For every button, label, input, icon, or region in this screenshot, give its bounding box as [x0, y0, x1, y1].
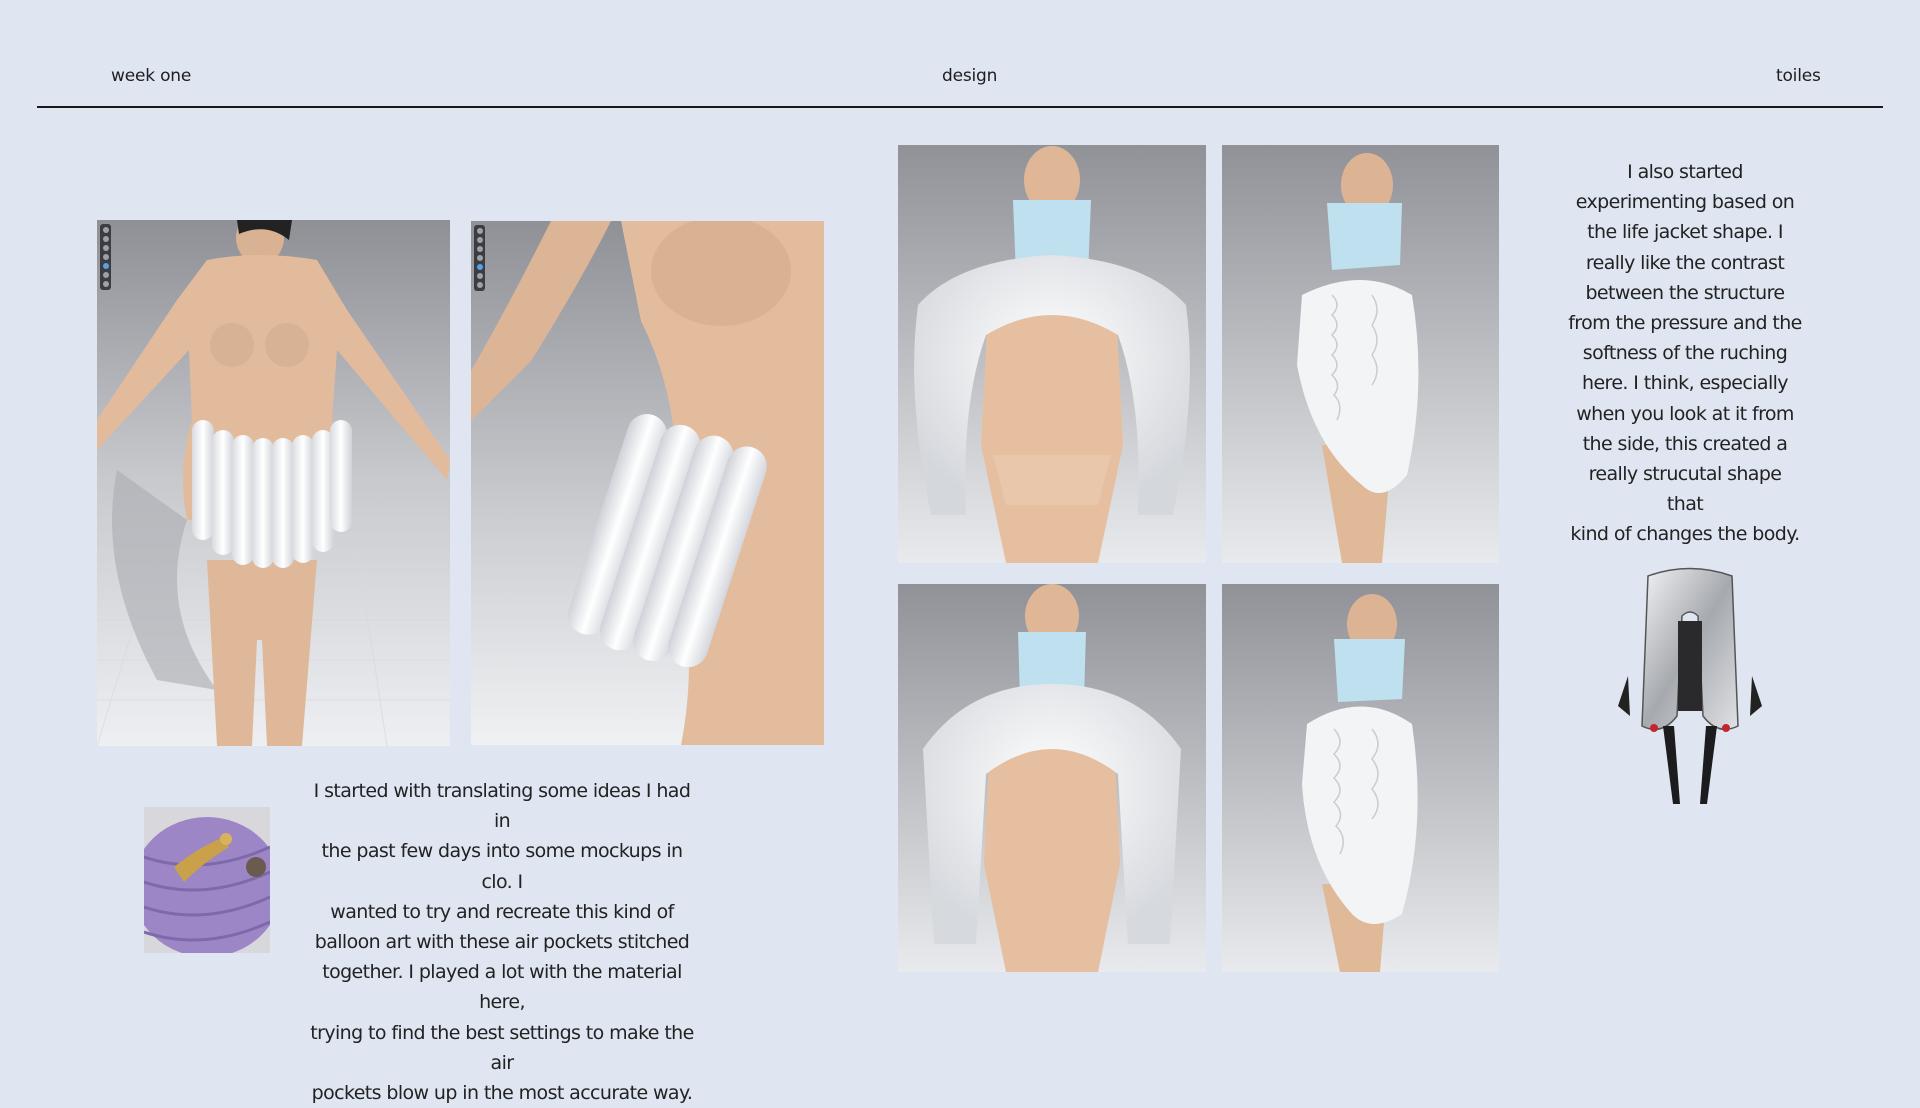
- image-purple-balloon-reference: [144, 807, 270, 953]
- pen-icon: [476, 264, 483, 270]
- header-center-label: design: [942, 66, 998, 86]
- zoom-icon: [102, 227, 109, 233]
- image-life-jacket-reference: [1618, 566, 1762, 804]
- image-front-ruched-jacket-2: [898, 584, 1206, 972]
- paragraph-life-jacket: I also started experimenting based on th…: [1568, 161, 1802, 546]
- image-front-inflatable-skirt: [97, 220, 450, 746]
- clo-toolbar: [100, 224, 111, 290]
- layer-icon: [476, 255, 483, 261]
- zoom-icon: [476, 228, 483, 234]
- image-front-ruched-jacket-1: [898, 145, 1206, 563]
- light-icon: [476, 273, 483, 279]
- paragraph-inflatable-skirt: I started with translating some ideas I …: [310, 780, 694, 1105]
- view-icon: [476, 237, 483, 243]
- settings-icon: [476, 282, 483, 288]
- image-side-ruched-jacket-2: [1222, 584, 1499, 972]
- light-icon: [102, 272, 109, 278]
- header-right-label: toiles: [1776, 66, 1821, 86]
- pen-icon: [102, 263, 109, 269]
- layer-icon: [102, 254, 109, 260]
- avatar-icon: [102, 245, 109, 251]
- header-left-label: week one: [111, 66, 192, 86]
- header-divider: [37, 106, 1883, 108]
- clo-toolbar: [474, 225, 485, 291]
- image-side-inflatable-skirt: [471, 221, 824, 745]
- settings-icon: [102, 281, 109, 287]
- view-icon: [102, 236, 109, 242]
- avatar-icon: [476, 246, 483, 252]
- image-side-ruched-jacket-1: [1222, 145, 1499, 563]
